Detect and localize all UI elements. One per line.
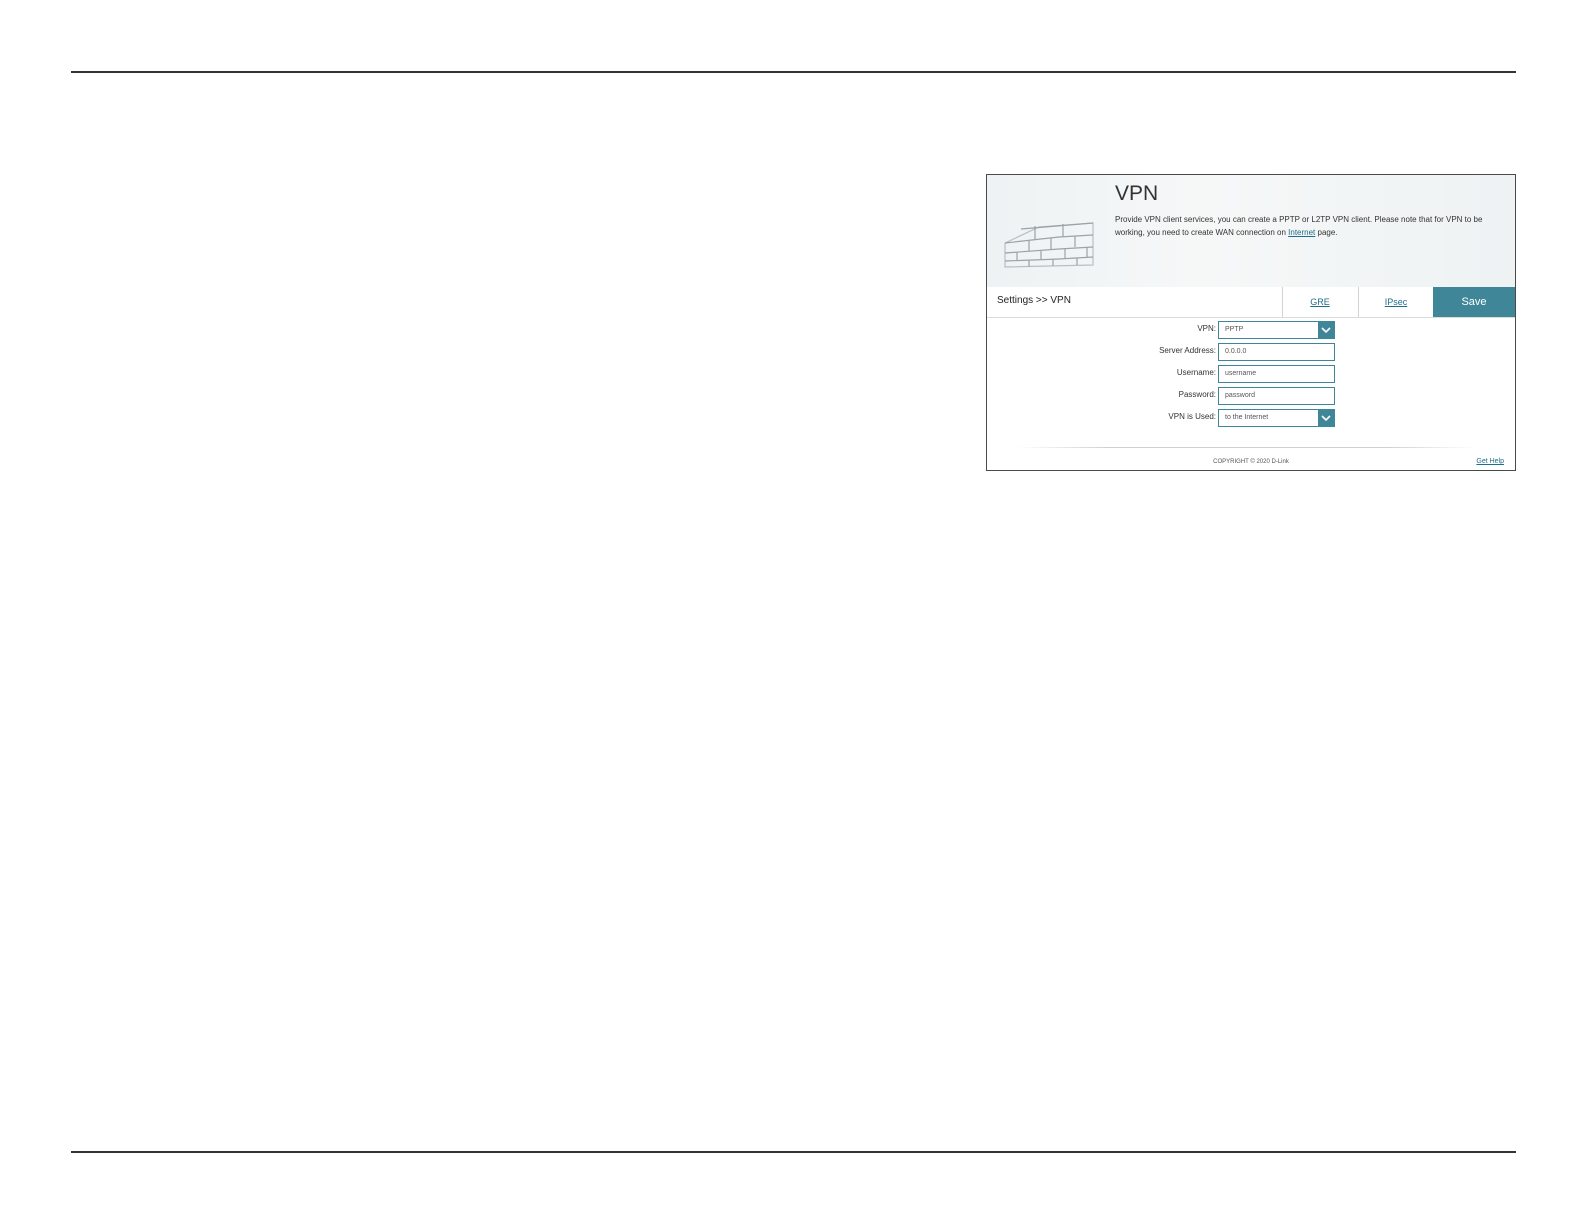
brick-wall-icon [1004, 222, 1094, 268]
get-help-link[interactable]: Get Help [1476, 458, 1504, 465]
vpn-used-label: VPN is Used: [1168, 412, 1216, 421]
vpn-type-label: VPN: [1197, 324, 1216, 333]
username-row: Username: username [987, 365, 1515, 383]
password-row: Password: password [987, 387, 1515, 405]
page-header: VPN Provide VPN client services, you can… [987, 175, 1515, 288]
vpn-used-select[interactable]: to the Internet [1218, 409, 1335, 427]
breadcrumb: Settings >> VPN [997, 295, 1071, 306]
server-address-row: Server Address: 0.0.0.0 [987, 343, 1515, 361]
username-input[interactable]: username [1218, 365, 1335, 383]
vpn-settings-panel: VPN Provide VPN client services, you can… [986, 174, 1516, 471]
username-label: Username: [1176, 368, 1216, 377]
page-description: Provide VPN client services, you can cre… [1115, 215, 1483, 237]
footer-divider [1017, 447, 1477, 448]
page-top-rule [71, 71, 1516, 73]
save-button[interactable]: Save [1433, 287, 1515, 317]
vpn-type-row: VPN: PPTP [987, 321, 1515, 339]
server-address-input[interactable]: 0.0.0.0 [1218, 343, 1335, 361]
tab-ipsec[interactable]: IPsec [1358, 287, 1433, 317]
page-title: VPN [1115, 182, 1159, 205]
tab-gre[interactable]: GRE [1282, 287, 1357, 317]
toolbar: Settings >> VPN GRE IPsec Save [987, 287, 1515, 318]
vpn-type-select[interactable]: PPTP [1218, 321, 1335, 339]
copyright-text: COPYRIGHT © 2020 D-Link [1213, 459, 1289, 465]
internet-link[interactable]: Internet [1288, 228, 1315, 237]
chevron-down-icon [1318, 322, 1334, 338]
password-input[interactable]: password [1218, 387, 1335, 405]
password-label: Password: [1178, 390, 1216, 399]
vpn-used-row: VPN is Used: to the Internet [987, 409, 1515, 427]
server-address-label: Server Address: [1159, 346, 1216, 355]
chevron-down-icon [1318, 410, 1334, 426]
page-bottom-rule [71, 1151, 1516, 1153]
